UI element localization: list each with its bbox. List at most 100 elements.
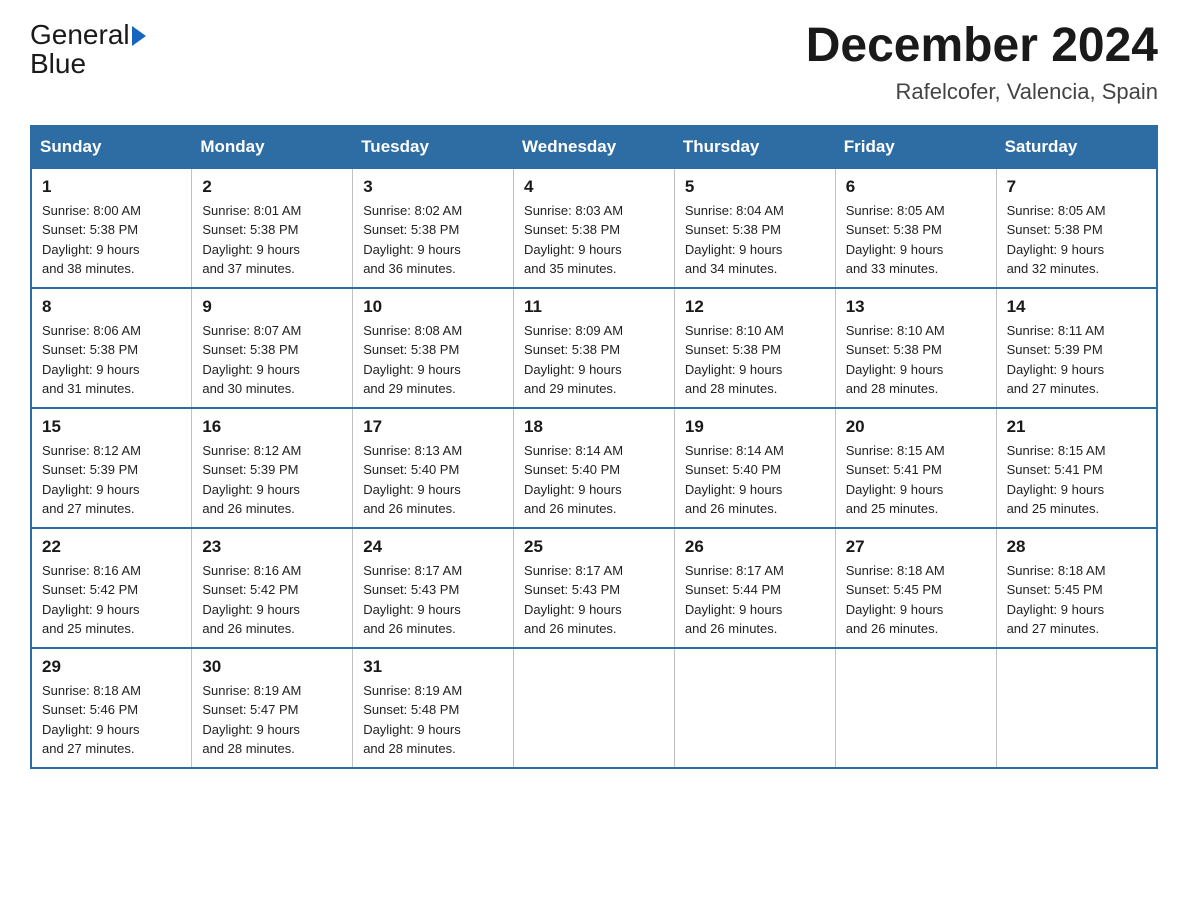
calendar-cell: 12 Sunrise: 8:10 AMSunset: 5:38 PMDaylig… <box>674 288 835 408</box>
calendar-cell: 8 Sunrise: 8:06 AMSunset: 5:38 PMDayligh… <box>31 288 192 408</box>
calendar-week-row: 15 Sunrise: 8:12 AMSunset: 5:39 PMDaylig… <box>31 408 1157 528</box>
calendar-cell: 18 Sunrise: 8:14 AMSunset: 5:40 PMDaylig… <box>514 408 675 528</box>
day-info: Sunrise: 8:10 AMSunset: 5:38 PMDaylight:… <box>685 321 825 399</box>
day-number: 5 <box>685 177 825 197</box>
calendar-cell: 25 Sunrise: 8:17 AMSunset: 5:43 PMDaylig… <box>514 528 675 648</box>
day-number: 27 <box>846 537 986 557</box>
column-header-thursday: Thursday <box>674 126 835 168</box>
day-number: 6 <box>846 177 986 197</box>
day-number: 25 <box>524 537 664 557</box>
calendar-cell: 29 Sunrise: 8:18 AMSunset: 5:46 PMDaylig… <box>31 648 192 768</box>
day-number: 2 <box>202 177 342 197</box>
location-subtitle: Rafelcofer, Valencia, Spain <box>806 79 1158 105</box>
day-number: 7 <box>1007 177 1146 197</box>
calendar-cell: 16 Sunrise: 8:12 AMSunset: 5:39 PMDaylig… <box>192 408 353 528</box>
day-info: Sunrise: 8:05 AMSunset: 5:38 PMDaylight:… <box>1007 201 1146 279</box>
calendar-week-row: 22 Sunrise: 8:16 AMSunset: 5:42 PMDaylig… <box>31 528 1157 648</box>
calendar-cell: 20 Sunrise: 8:15 AMSunset: 5:41 PMDaylig… <box>835 408 996 528</box>
day-info: Sunrise: 8:08 AMSunset: 5:38 PMDaylight:… <box>363 321 503 399</box>
day-number: 16 <box>202 417 342 437</box>
calendar-cell: 22 Sunrise: 8:16 AMSunset: 5:42 PMDaylig… <box>31 528 192 648</box>
day-info: Sunrise: 8:19 AMSunset: 5:47 PMDaylight:… <box>202 681 342 759</box>
day-number: 22 <box>42 537 181 557</box>
column-header-sunday: Sunday <box>31 126 192 168</box>
calendar-cell: 4 Sunrise: 8:03 AMSunset: 5:38 PMDayligh… <box>514 168 675 288</box>
day-info: Sunrise: 8:05 AMSunset: 5:38 PMDaylight:… <box>846 201 986 279</box>
calendar-cell: 6 Sunrise: 8:05 AMSunset: 5:38 PMDayligh… <box>835 168 996 288</box>
calendar-cell: 10 Sunrise: 8:08 AMSunset: 5:38 PMDaylig… <box>353 288 514 408</box>
calendar-cell: 11 Sunrise: 8:09 AMSunset: 5:38 PMDaylig… <box>514 288 675 408</box>
column-header-tuesday: Tuesday <box>353 126 514 168</box>
day-info: Sunrise: 8:04 AMSunset: 5:38 PMDaylight:… <box>685 201 825 279</box>
day-info: Sunrise: 8:11 AMSunset: 5:39 PMDaylight:… <box>1007 321 1146 399</box>
day-number: 21 <box>1007 417 1146 437</box>
day-info: Sunrise: 8:12 AMSunset: 5:39 PMDaylight:… <box>202 441 342 519</box>
page-header: General Blue December 2024 Rafelcofer, V… <box>30 20 1158 105</box>
day-info: Sunrise: 8:12 AMSunset: 5:39 PMDaylight:… <box>42 441 181 519</box>
day-info: Sunrise: 8:18 AMSunset: 5:45 PMDaylight:… <box>846 561 986 639</box>
day-info: Sunrise: 8:01 AMSunset: 5:38 PMDaylight:… <box>202 201 342 279</box>
logo: General Blue <box>30 20 146 80</box>
day-info: Sunrise: 8:06 AMSunset: 5:38 PMDaylight:… <box>42 321 181 399</box>
calendar-cell: 17 Sunrise: 8:13 AMSunset: 5:40 PMDaylig… <box>353 408 514 528</box>
day-info: Sunrise: 8:03 AMSunset: 5:38 PMDaylight:… <box>524 201 664 279</box>
day-info: Sunrise: 8:18 AMSunset: 5:45 PMDaylight:… <box>1007 561 1146 639</box>
calendar-cell: 31 Sunrise: 8:19 AMSunset: 5:48 PMDaylig… <box>353 648 514 768</box>
calendar-cell <box>996 648 1157 768</box>
calendar-cell: 15 Sunrise: 8:12 AMSunset: 5:39 PMDaylig… <box>31 408 192 528</box>
day-number: 12 <box>685 297 825 317</box>
day-number: 30 <box>202 657 342 677</box>
day-number: 20 <box>846 417 986 437</box>
day-number: 29 <box>42 657 181 677</box>
calendar-cell: 24 Sunrise: 8:17 AMSunset: 5:43 PMDaylig… <box>353 528 514 648</box>
column-header-saturday: Saturday <box>996 126 1157 168</box>
day-info: Sunrise: 8:02 AMSunset: 5:38 PMDaylight:… <box>363 201 503 279</box>
day-info: Sunrise: 8:17 AMSunset: 5:44 PMDaylight:… <box>685 561 825 639</box>
column-header-friday: Friday <box>835 126 996 168</box>
logo-text-blue: Blue <box>30 49 86 80</box>
day-info: Sunrise: 8:14 AMSunset: 5:40 PMDaylight:… <box>685 441 825 519</box>
day-info: Sunrise: 8:00 AMSunset: 5:38 PMDaylight:… <box>42 201 181 279</box>
day-number: 11 <box>524 297 664 317</box>
day-number: 17 <box>363 417 503 437</box>
day-info: Sunrise: 8:17 AMSunset: 5:43 PMDaylight:… <box>363 561 503 639</box>
day-info: Sunrise: 8:15 AMSunset: 5:41 PMDaylight:… <box>846 441 986 519</box>
calendar-cell: 13 Sunrise: 8:10 AMSunset: 5:38 PMDaylig… <box>835 288 996 408</box>
day-info: Sunrise: 8:16 AMSunset: 5:42 PMDaylight:… <box>42 561 181 639</box>
calendar-cell: 7 Sunrise: 8:05 AMSunset: 5:38 PMDayligh… <box>996 168 1157 288</box>
day-number: 23 <box>202 537 342 557</box>
day-number: 4 <box>524 177 664 197</box>
day-number: 19 <box>685 417 825 437</box>
day-number: 31 <box>363 657 503 677</box>
calendar-cell: 28 Sunrise: 8:18 AMSunset: 5:45 PMDaylig… <box>996 528 1157 648</box>
day-info: Sunrise: 8:13 AMSunset: 5:40 PMDaylight:… <box>363 441 503 519</box>
calendar-cell <box>835 648 996 768</box>
day-info: Sunrise: 8:19 AMSunset: 5:48 PMDaylight:… <box>363 681 503 759</box>
day-number: 3 <box>363 177 503 197</box>
calendar-cell: 3 Sunrise: 8:02 AMSunset: 5:38 PMDayligh… <box>353 168 514 288</box>
day-info: Sunrise: 8:09 AMSunset: 5:38 PMDaylight:… <box>524 321 664 399</box>
column-header-monday: Monday <box>192 126 353 168</box>
day-info: Sunrise: 8:17 AMSunset: 5:43 PMDaylight:… <box>524 561 664 639</box>
day-number: 28 <box>1007 537 1146 557</box>
calendar-cell: 26 Sunrise: 8:17 AMSunset: 5:44 PMDaylig… <box>674 528 835 648</box>
calendar-cell: 21 Sunrise: 8:15 AMSunset: 5:41 PMDaylig… <box>996 408 1157 528</box>
calendar-cell: 23 Sunrise: 8:16 AMSunset: 5:42 PMDaylig… <box>192 528 353 648</box>
calendar-cell: 5 Sunrise: 8:04 AMSunset: 5:38 PMDayligh… <box>674 168 835 288</box>
day-number: 13 <box>846 297 986 317</box>
day-number: 10 <box>363 297 503 317</box>
calendar-cell: 30 Sunrise: 8:19 AMSunset: 5:47 PMDaylig… <box>192 648 353 768</box>
calendar-cell: 2 Sunrise: 8:01 AMSunset: 5:38 PMDayligh… <box>192 168 353 288</box>
title-block: December 2024 Rafelcofer, Valencia, Spai… <box>806 20 1158 105</box>
calendar-header-row: SundayMondayTuesdayWednesdayThursdayFrid… <box>31 126 1157 168</box>
day-info: Sunrise: 8:18 AMSunset: 5:46 PMDaylight:… <box>42 681 181 759</box>
calendar-cell: 27 Sunrise: 8:18 AMSunset: 5:45 PMDaylig… <box>835 528 996 648</box>
calendar-week-row: 29 Sunrise: 8:18 AMSunset: 5:46 PMDaylig… <box>31 648 1157 768</box>
day-info: Sunrise: 8:14 AMSunset: 5:40 PMDaylight:… <box>524 441 664 519</box>
logo-arrow-icon <box>132 26 146 46</box>
calendar-cell: 14 Sunrise: 8:11 AMSunset: 5:39 PMDaylig… <box>996 288 1157 408</box>
calendar-table: SundayMondayTuesdayWednesdayThursdayFrid… <box>30 125 1158 769</box>
day-number: 18 <box>524 417 664 437</box>
day-number: 24 <box>363 537 503 557</box>
logo-text-general: General <box>30 20 130 51</box>
